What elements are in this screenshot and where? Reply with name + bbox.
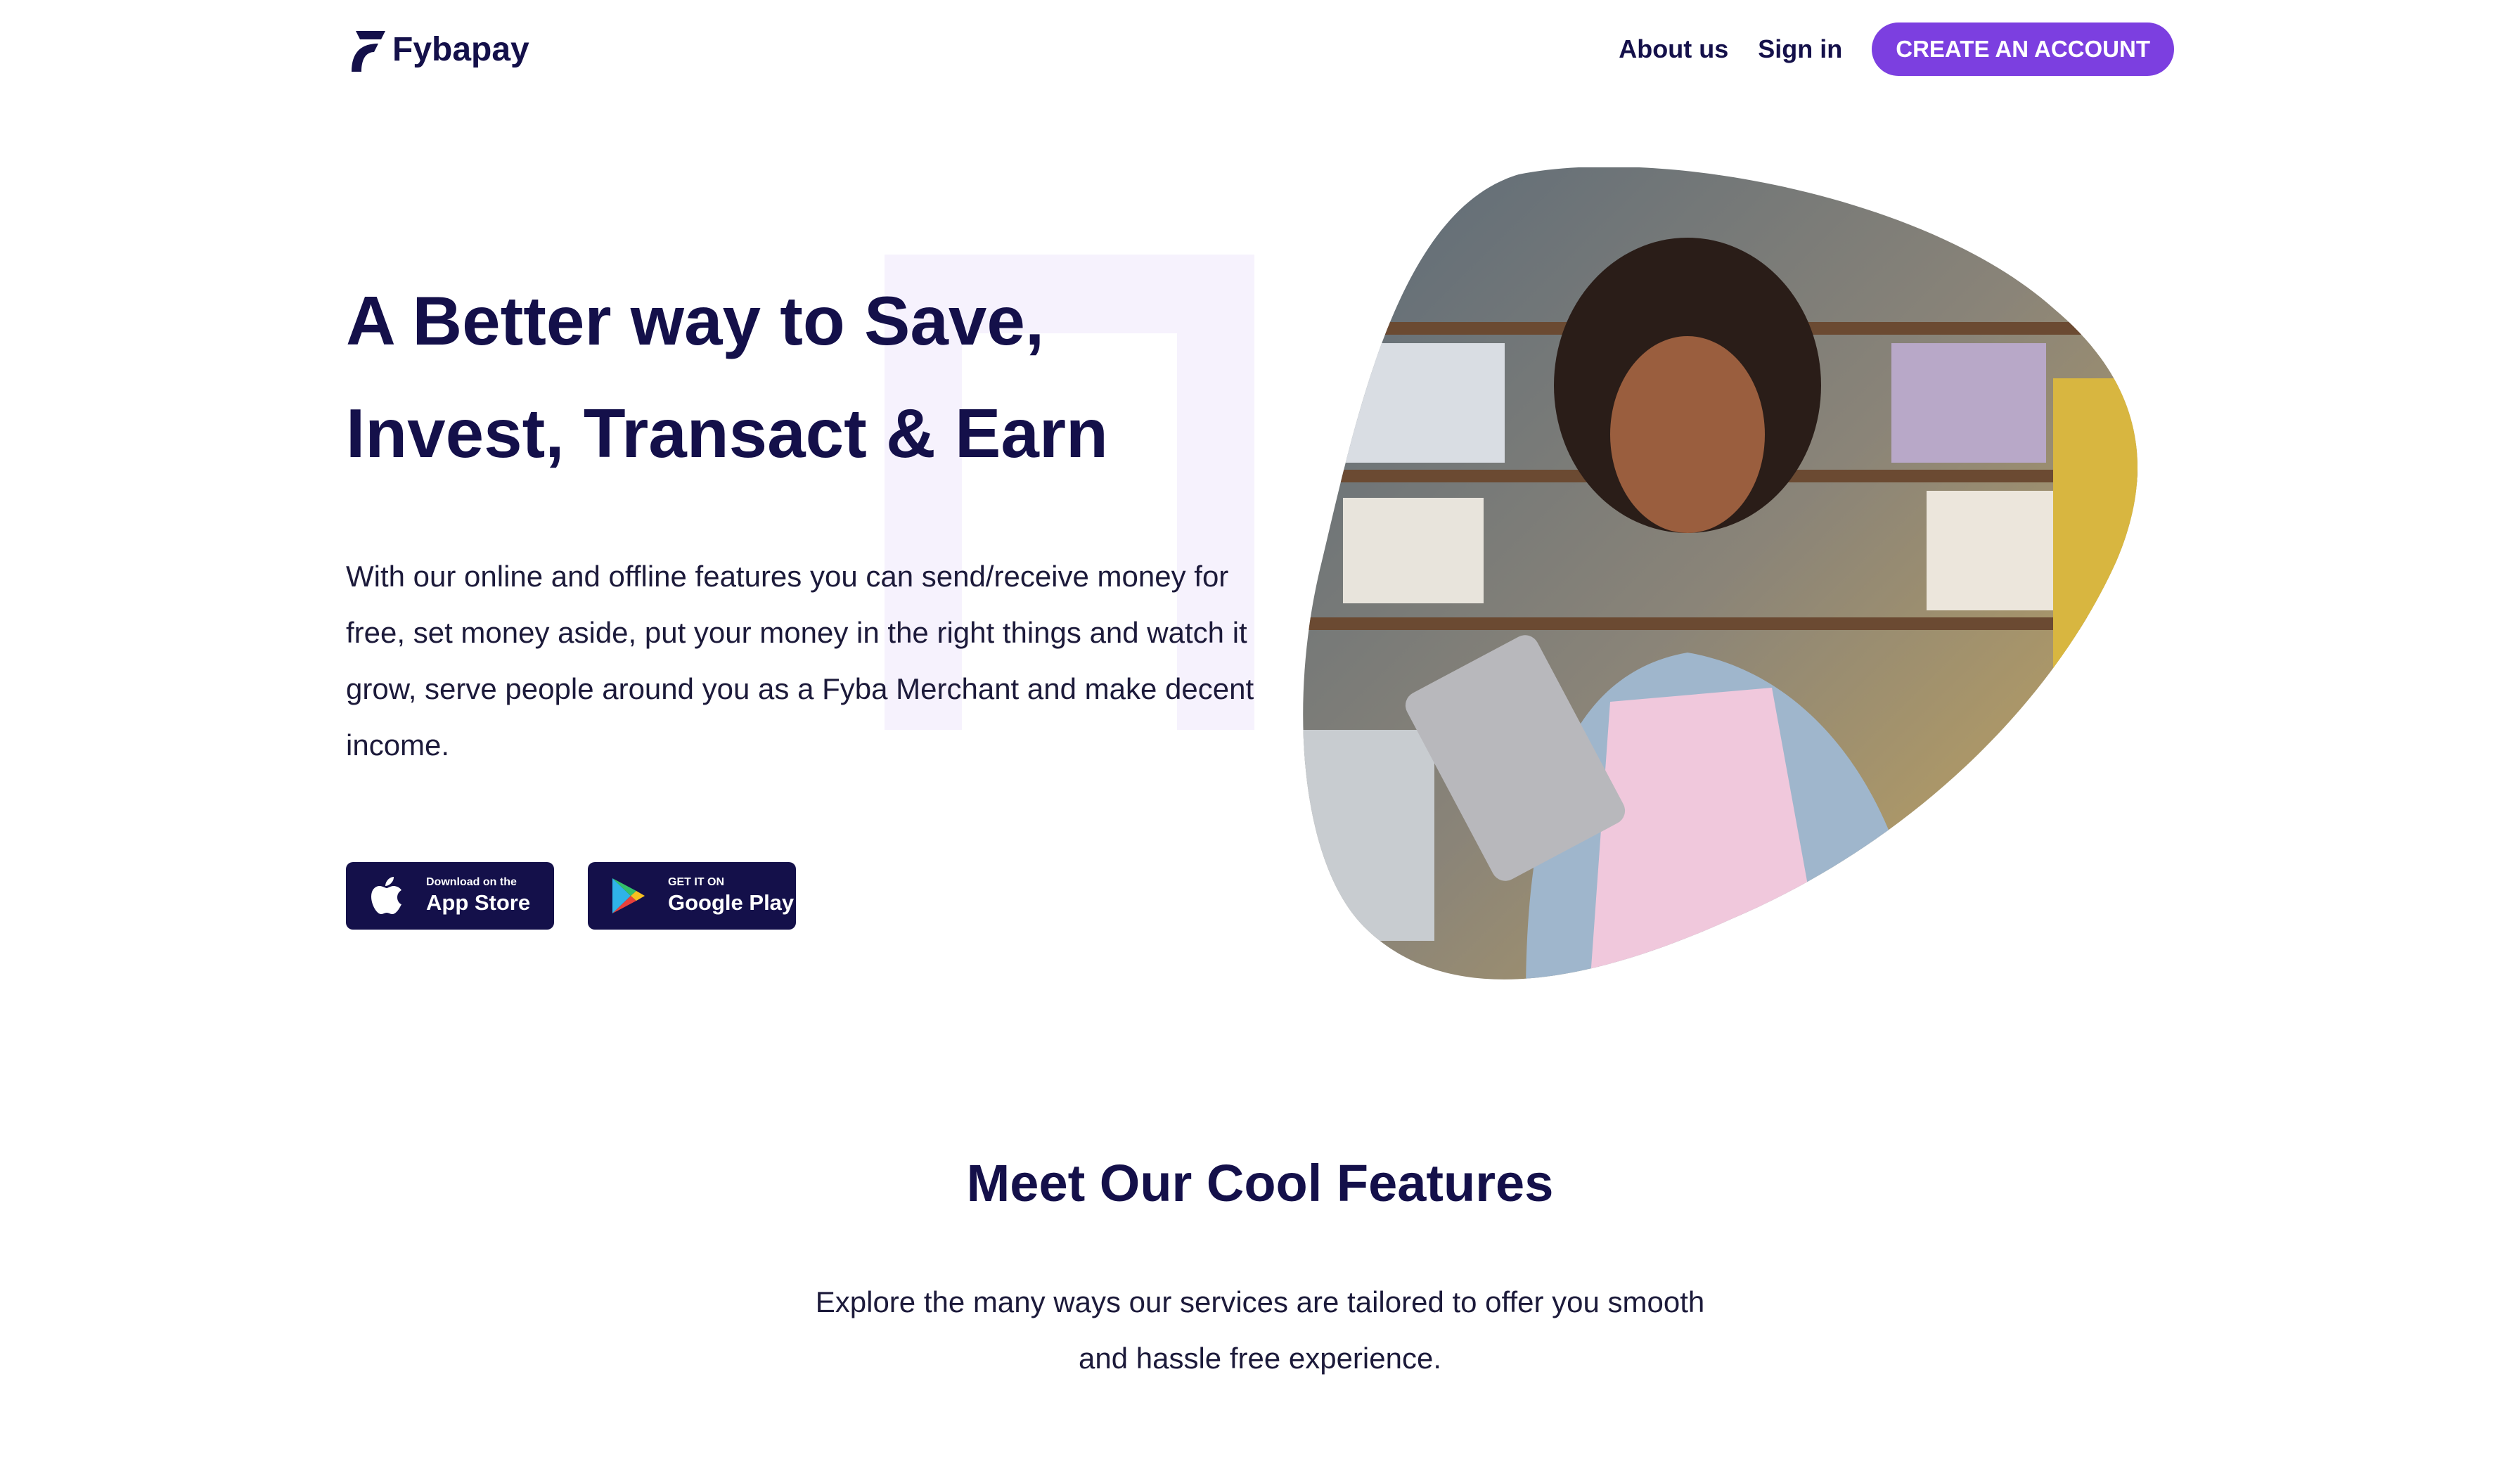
nav-sign-in[interactable]: Sign in bbox=[1758, 34, 1842, 64]
site-header: Fybapay About us Sign in CREATE AN ACCOU… bbox=[0, 0, 2520, 98]
app-store-label: App Store bbox=[426, 890, 531, 915]
google-play-button[interactable]: GET IT ON Google Play bbox=[588, 862, 796, 930]
hero-title: A Better way to Save, Invest, Transact &… bbox=[346, 264, 1260, 489]
nav-about-us[interactable]: About us bbox=[1619, 34, 1728, 64]
main-nav: About us Sign in CREATE AN ACCOUNT bbox=[1619, 22, 2174, 77]
hero-photo bbox=[1303, 167, 2138, 980]
create-account-button[interactable]: CREATE AN ACCOUNT bbox=[1872, 23, 2174, 76]
features-description: Explore the many ways our services are t… bbox=[815, 1285, 1705, 1375]
brand-logo[interactable]: Fybapay bbox=[346, 27, 529, 72]
fybapay-logo-icon bbox=[352, 31, 385, 72]
google-play-label: Google Play bbox=[668, 890, 795, 915]
hero-description: With our online and offline features you… bbox=[346, 560, 1254, 762]
google-play-small-label: GET IT ON bbox=[668, 876, 724, 888]
hero-title-line-2: Invest, Transact & Earn bbox=[346, 394, 1108, 472]
hero-title-line-1: A Better way to Save, bbox=[346, 282, 1045, 359]
features-title: Meet Our Cool Features bbox=[966, 1154, 1554, 1212]
app-store-small-label: Download on the bbox=[426, 876, 517, 888]
app-store-button[interactable]: Download on the App Store bbox=[346, 862, 554, 930]
brand-name: Fybapay bbox=[392, 30, 529, 68]
apple-icon bbox=[367, 876, 406, 916]
google-play-icon bbox=[609, 876, 648, 916]
